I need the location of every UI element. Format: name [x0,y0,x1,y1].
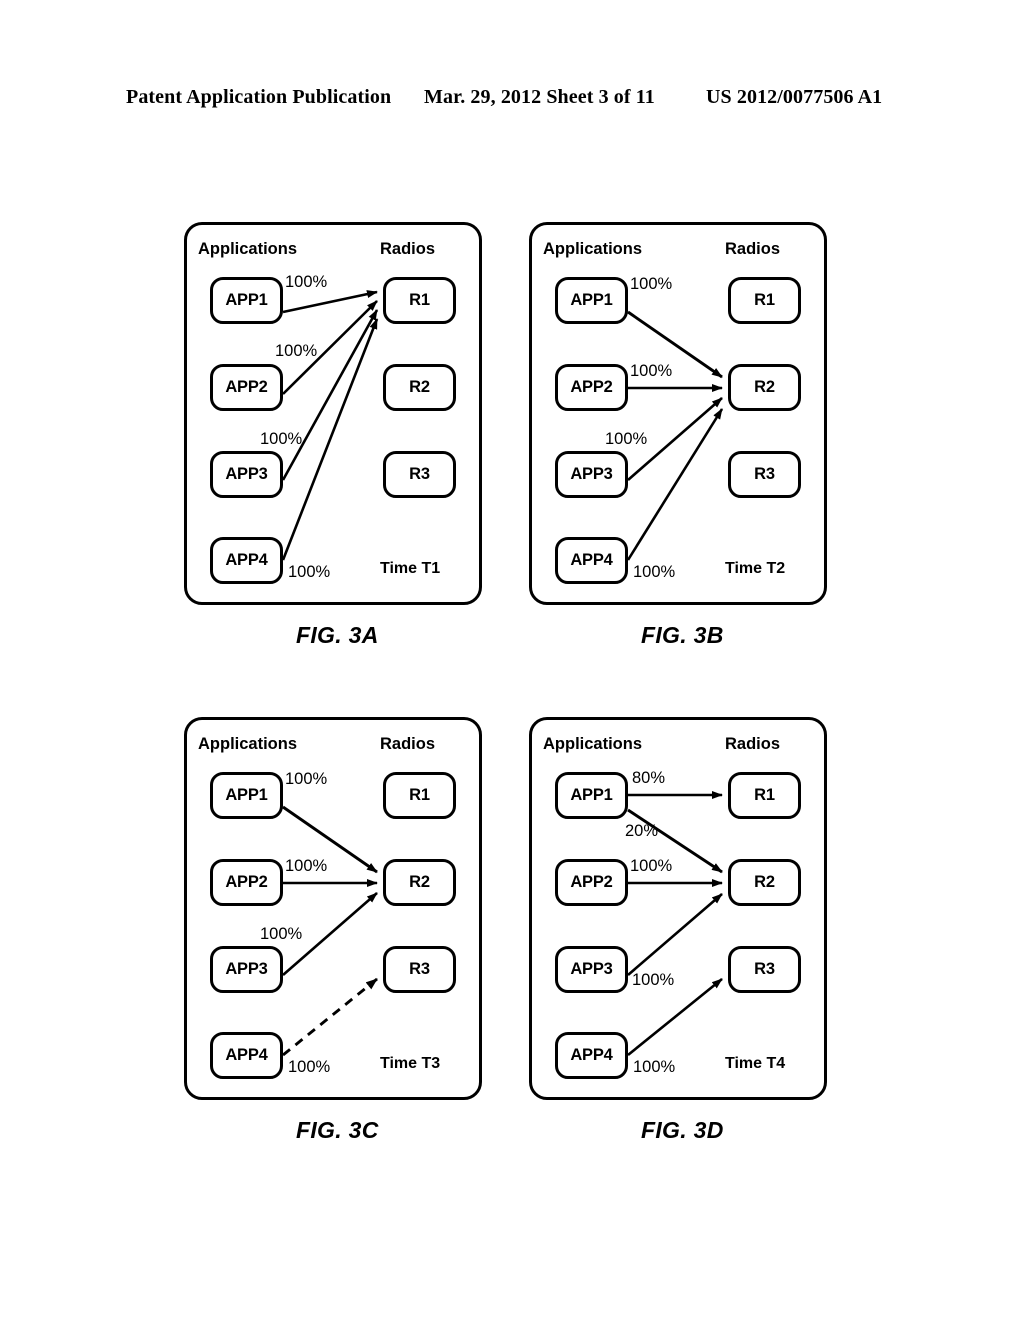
figure-3a-node-r3[interactable]: R3 [383,451,456,498]
figure-3a-time-label: Time T1 [380,560,441,577]
figure-3c-radios-title: Radios [380,735,436,753]
figure-3b-label-app2-r2: 100% [630,362,673,380]
header-publication-label: Patent Application Publication [126,86,392,108]
figure-3d-label-app1-r1: 80% [632,769,666,787]
header-patent-number: US 2012/0077506 A1 [706,86,883,108]
figure-3c-node-app1[interactable]: APP1 [210,772,283,819]
figure-3c-time-label: Time T3 [380,1055,441,1072]
figure-3b-node-r1[interactable]: R1 [728,277,801,324]
figure-3a-label-app1-r1: 100% [285,273,328,291]
figure-3b-node-app3[interactable]: APP3 [555,451,628,498]
figure-3c-label-app3-r2: 100% [260,925,303,943]
edge-app1-r1 [282,290,378,314]
edge-app3-r2 [627,893,723,976]
figure-3c-node-r1[interactable]: R1 [383,772,456,819]
figure-3a-caption: FIG. 3A [296,622,379,648]
figure-3d-time-label: Time T4 [725,1055,786,1072]
figure-3d-node-app2[interactable]: APP2 [555,859,628,906]
figure-3d-label-app3-r2: 100% [632,971,675,989]
figure-3a-node-r2[interactable]: R2 [383,364,456,411]
figure-3a-applications-title: Applications [198,240,298,258]
figure-3d-label-app4-r3: 100% [633,1058,676,1076]
figure-3a-label-app4-r1: 100% [288,563,331,581]
header-date-sheet-label: Mar. 29, 2012 Sheet 3 of 11 [424,86,655,108]
figure-3b-node-r3[interactable]: R3 [728,451,801,498]
figure-3c-applications-title: Applications [198,735,298,753]
page-header: Patent Application Publication Mar. 29, … [0,86,1024,112]
figure-3b-label-app3-r2: 100% [605,430,648,448]
figure-3c-caption: FIG. 3C [296,1117,379,1143]
figure-3b-label-app4-r2: 100% [633,563,676,581]
figure-3a-label-app2-r1: 100% [275,342,318,360]
figure-3c-node-app2[interactable]: APP2 [210,859,283,906]
figure-3c-node-app4[interactable]: APP4 [210,1032,283,1079]
figure-3b-node-app2[interactable]: APP2 [555,364,628,411]
figure-3d-node-r3[interactable]: R3 [728,946,801,993]
figure-3d-node-r1[interactable]: R1 [728,772,801,819]
figure-3a-label-app3-r1: 100% [260,430,303,448]
figure-3b-applications-title: Applications [543,240,643,258]
figure-3d-label-app1-r2: 20% [625,822,659,840]
figure-3a-node-app1[interactable]: APP1 [210,277,283,324]
figure-3d-node-r2[interactable]: R2 [728,859,801,906]
figure-3c-label-app1-r2: 100% [285,770,328,788]
figure-3b-node-app4[interactable]: APP4 [555,537,628,584]
figure-3d-node-app1[interactable]: APP1 [555,772,628,819]
figure-3c-node-app3[interactable]: APP3 [210,946,283,993]
figure-3a-node-r1[interactable]: R1 [383,277,456,324]
figure-3a-node-app2[interactable]: APP2 [210,364,283,411]
edge-app3-r1 [281,309,379,481]
figure-3b-node-r2[interactable]: R2 [728,364,801,411]
figure-3d-node-app4[interactable]: APP4 [555,1032,628,1079]
figure-3b-radios-title: Radios [725,240,781,258]
figure-3d-caption: FIG. 3D [641,1117,724,1143]
figure-3c-label-app4-r3: 100% [288,1058,331,1076]
edge-app4-r3-dashed [282,977,378,1057]
figure-3b-time-label: Time T2 [725,560,786,577]
figure-3a-node-app3[interactable]: APP3 [210,451,283,498]
figure-3b-node-app1[interactable]: APP1 [555,277,628,324]
figure-3c-label-app2-r2: 100% [285,857,328,875]
edge-app4-r3 [627,977,723,1057]
figure-3a-node-app4[interactable]: APP4 [210,537,283,584]
figure-3d-radios-title: Radios [725,735,781,753]
figure-3c-node-r2[interactable]: R2 [383,859,456,906]
figure-3a-radios-title: Radios [380,240,436,258]
figure-3b-label-app1-r2: 100% [630,275,673,293]
figure-3d-label-app2-r2: 100% [630,857,673,875]
figure-3b-caption: FIG. 3B [641,622,724,648]
figure-3c-node-r3[interactable]: R3 [383,946,456,993]
figure-3d-node-app3[interactable]: APP3 [555,946,628,993]
figure-3d-applications-title: Applications [543,735,643,753]
